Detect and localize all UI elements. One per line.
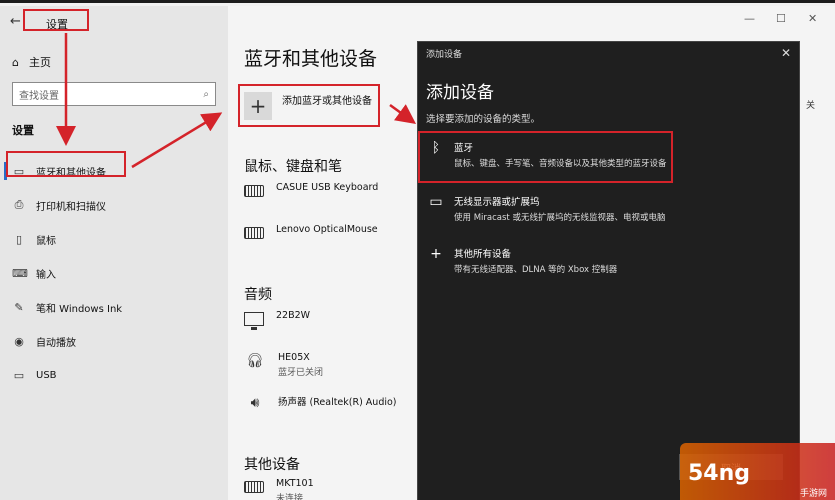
arrow-to-dialog [389,103,417,124]
settings-window: ← 设置 ⌂ 主页 查找设置 ⌕ 设置 ▭ 蓝牙和其他设备 ⎙ 打印机和扫描仪 … [0,0,835,500]
annotation-arrows [56,33,417,169]
watermark-text: 54ng [688,460,751,486]
site-watermark: 54ng 手游网 [680,443,835,500]
watermark-sub: 手游网 [799,489,827,499]
arrow-to-add [131,112,223,169]
